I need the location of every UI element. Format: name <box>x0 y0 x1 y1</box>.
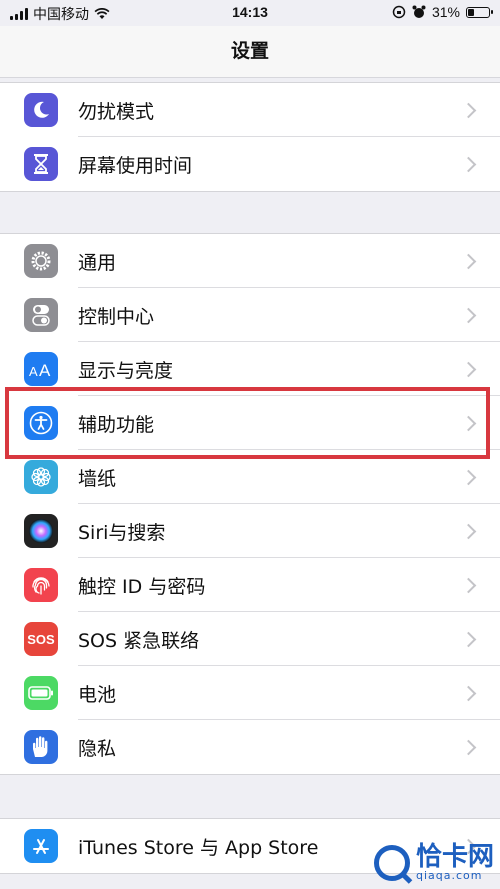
settings-row[interactable]: 控制中心 <box>0 288 500 342</box>
sos-icon: SOS <box>24 622 58 656</box>
fingerprint-icon <box>24 568 58 602</box>
chevron-right-icon <box>460 577 477 593</box>
chevron-right-icon <box>460 102 477 118</box>
settings-row-label: 墙纸 <box>78 467 117 490</box>
app-store-icon <box>24 829 58 863</box>
settings-row-label: 屏幕使用时间 <box>78 154 193 177</box>
battery-percent: 31% <box>431 4 460 20</box>
magnifier-logo-icon <box>373 844 410 881</box>
toggles-icon <box>24 298 58 332</box>
battery-icon <box>466 6 493 18</box>
hourglass-icon <box>24 147 58 181</box>
settings-row[interactable]: 通用 <box>0 234 500 288</box>
settings-row[interactable]: Siri与搜索 <box>0 504 500 558</box>
chevron-right-icon <box>460 253 477 269</box>
settings-row-label: 触控 ID 与密码 <box>78 575 206 598</box>
alarm-icon <box>412 5 426 18</box>
settings-row[interactable]: 屏幕使用时间 <box>0 137 500 191</box>
hand-icon <box>24 730 58 764</box>
settings-row[interactable]: 触控 ID 与密码 <box>0 558 500 612</box>
svg-text:A: A <box>29 364 38 379</box>
battery-icon <box>24 676 58 710</box>
chevron-right-icon <box>460 685 477 701</box>
moon-icon <box>24 93 58 127</box>
svg-text:A: A <box>39 361 51 379</box>
siri-icon <box>24 514 58 548</box>
settings-row-label: 显示与亮度 <box>78 359 174 382</box>
settings-row[interactable]: SOS SOS 紧急联络 <box>0 612 500 666</box>
settings-row[interactable]: 勿扰模式 <box>0 83 500 137</box>
status-right: 31% <box>392 4 493 20</box>
settings-row-label: 隐私 <box>78 737 117 760</box>
settings-group-focus: 勿扰模式屏幕使用时间 <box>0 82 500 192</box>
chevron-right-icon <box>460 523 477 539</box>
settings-row-label: 电池 <box>78 683 117 706</box>
settings-row-label: 控制中心 <box>78 305 155 328</box>
page-title: 设置 <box>0 26 500 78</box>
settings-row[interactable]: 隐私 <box>0 720 500 774</box>
settings-row-label: 勿扰模式 <box>78 100 155 123</box>
chevron-right-icon <box>460 469 477 485</box>
chevron-right-icon <box>460 631 477 647</box>
gear-icon <box>24 244 58 278</box>
highlight-box <box>5 387 490 459</box>
settings-row-label: 通用 <box>78 251 117 274</box>
status-bar: 中国移动 14:13 31% <box>0 0 500 26</box>
rotation-lock-icon <box>392 5 406 19</box>
chevron-right-icon <box>460 739 477 755</box>
settings-row[interactable]: 电池 <box>0 666 500 720</box>
watermark-url: qiaqa.com <box>415 869 483 882</box>
text-size-icon: AA <box>24 352 58 386</box>
settings-group-general: 通用 控制中心 A A 显示与亮度 辅助功能 墙纸 Siri与搜索 触控 ID 与密码 SOS SO… <box>0 233 500 775</box>
chevron-right-icon <box>460 361 477 377</box>
settings-row-label: Siri与搜索 <box>78 521 166 544</box>
chevron-right-icon <box>460 156 477 172</box>
watermark-name: 恰卡网 <box>415 842 494 872</box>
settings-row-label: SOS 紧急联络 <box>78 629 200 652</box>
flower-icon <box>24 460 58 494</box>
settings-row-label: iTunes Store 与 App Store <box>78 836 319 859</box>
chevron-right-icon <box>460 307 477 323</box>
sos-icon-text: SOS <box>27 631 55 647</box>
watermark-logo: 恰卡网 qiaqa.com <box>373 842 494 882</box>
